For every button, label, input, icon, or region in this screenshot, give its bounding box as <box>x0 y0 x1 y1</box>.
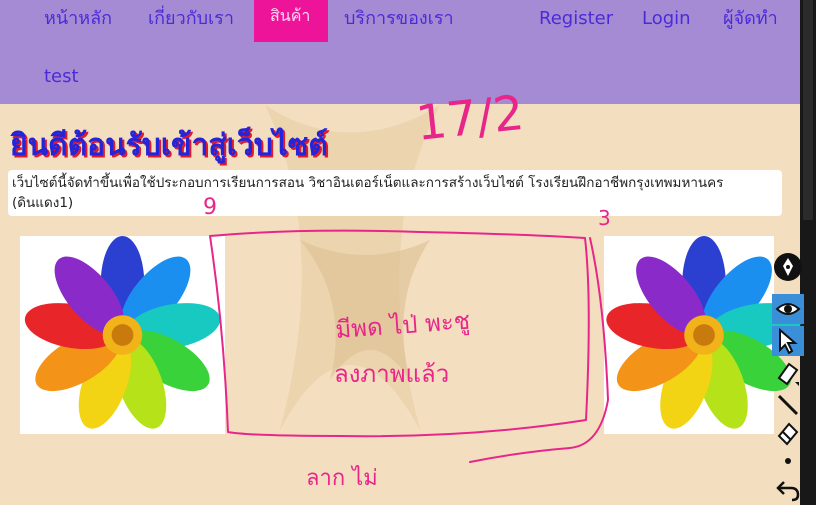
flower-image-left <box>20 236 225 434</box>
pen-icon[interactable] <box>772 252 804 282</box>
flower-image-right <box>604 236 802 434</box>
nav-about[interactable]: เกี่ยวกับเรา <box>148 9 234 29</box>
annotation-toolbar <box>770 252 806 505</box>
top-navbar: หน้าหลัก เกี่ยวกับเรา สินค้า บริการของเร… <box>0 0 800 104</box>
nav-services[interactable]: บริการของเรา <box>344 9 454 29</box>
line-icon[interactable] <box>772 390 804 420</box>
nav-register[interactable]: Register <box>539 9 613 29</box>
nav-products-label: สินค้า <box>270 6 311 25</box>
ink-note-bottom: ลาก ไม่ <box>306 465 378 491</box>
dot-icon[interactable] <box>772 446 804 476</box>
description-box: เว็บไซต์นี้จัดทำขึ้นเพื่อใช้ประกอบการเรี… <box>8 170 782 216</box>
nav-test[interactable]: test <box>44 67 79 87</box>
description-text: เว็บไซต์นี้จัดทำขึ้นเพื่อใช้ประกอบการเรี… <box>12 175 724 211</box>
eye-icon[interactable] <box>772 294 804 324</box>
page-title: ยินดีต้อนรับเข้าสู่เว็บไซต์ <box>10 128 328 163</box>
nav-author[interactable]: ผู้จัดทำ <box>723 9 778 29</box>
highlighter-icon[interactable] <box>772 358 804 388</box>
nav-home[interactable]: หน้าหลัก <box>44 9 112 29</box>
pointer-icon[interactable] <box>772 326 804 356</box>
nav-products-active[interactable]: สินค้า <box>254 0 328 42</box>
nav-login[interactable]: Login <box>642 9 691 29</box>
undo-icon[interactable] <box>772 474 804 504</box>
rainbow-flower <box>24 236 221 429</box>
ink-note-line1: มีพด ไป่ พะชู <box>334 307 470 345</box>
scrollbar-thumb[interactable] <box>803 0 813 220</box>
ink-note-line2: ลงภาพแล้ว <box>334 360 449 388</box>
eraser-icon[interactable] <box>772 418 804 448</box>
